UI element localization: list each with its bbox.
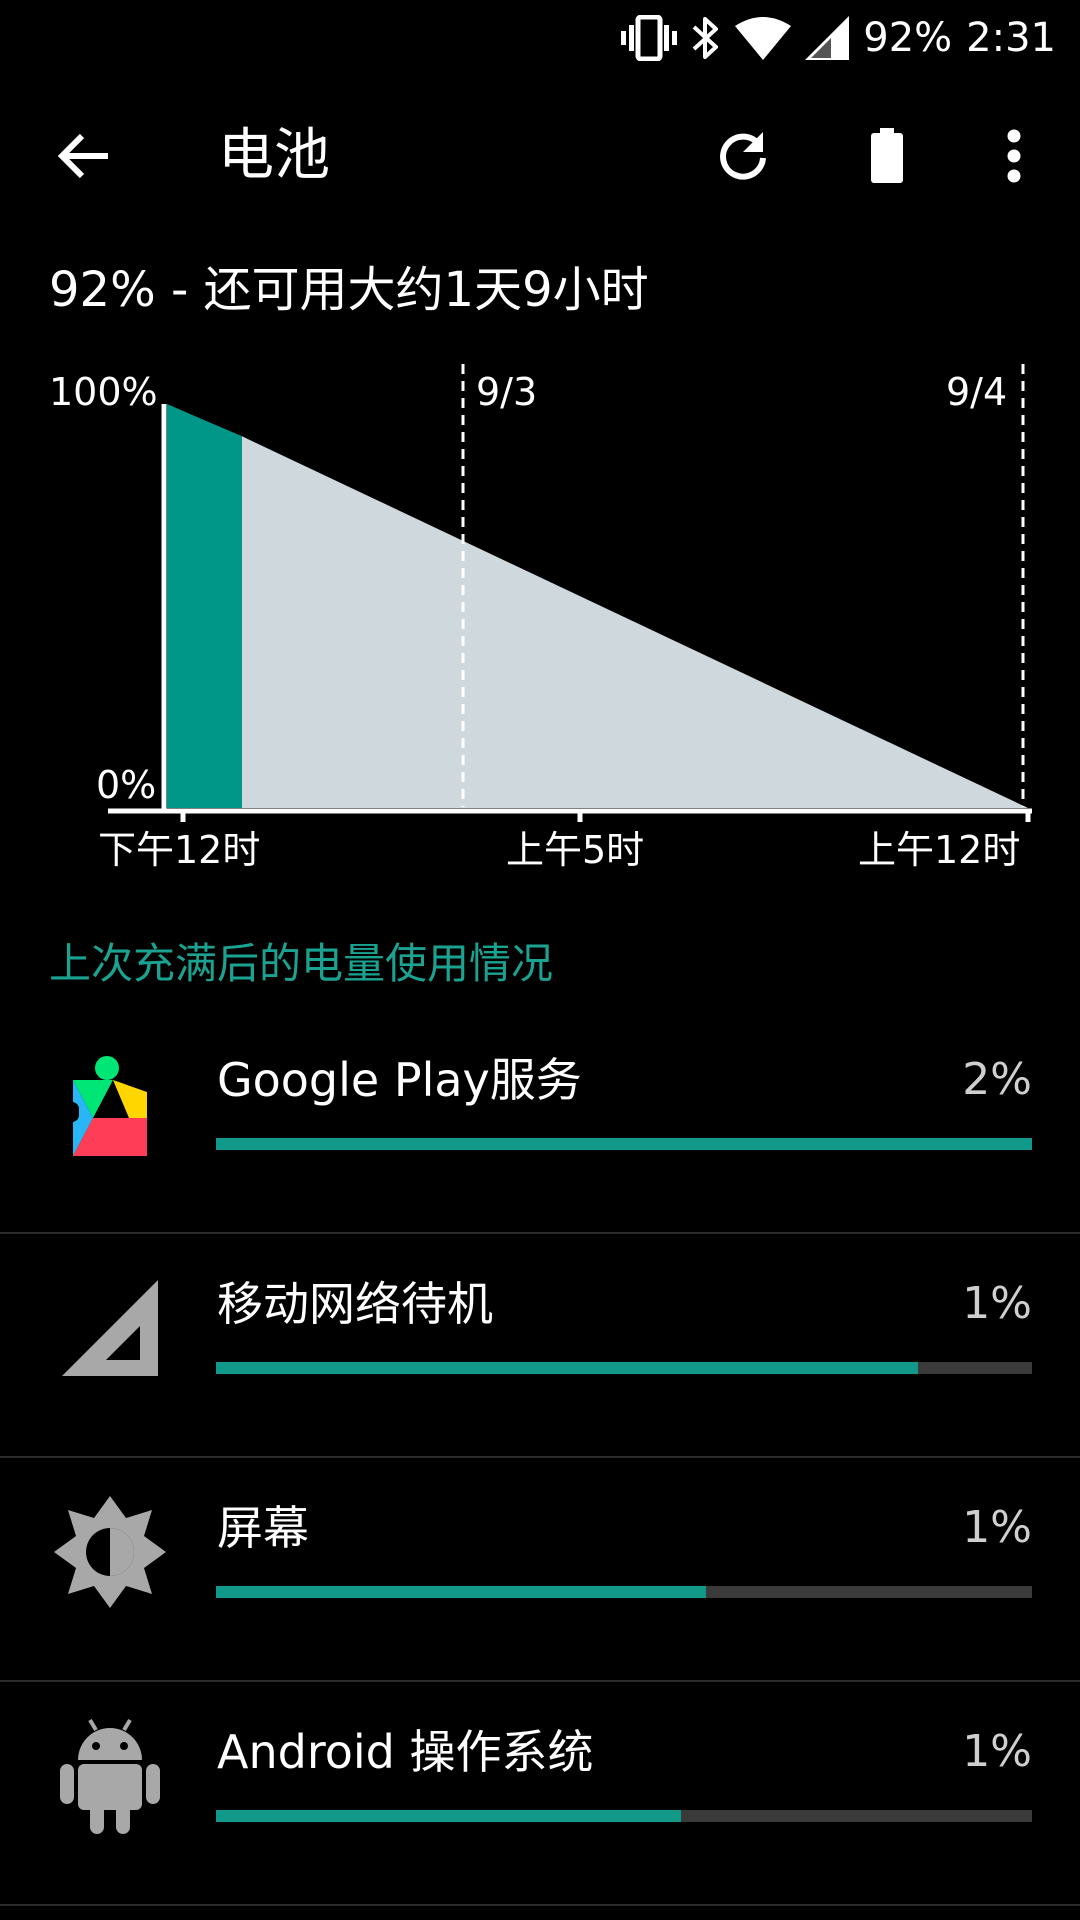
battery-history-graph[interactable]: 100% 0% 9/3 9/4 下午12时 上午5时 上午12时 bbox=[0, 350, 1080, 880]
app-toolbar: 电池 bbox=[0, 80, 1080, 230]
date-label-9-4: 9/4 bbox=[946, 370, 1008, 414]
history-area bbox=[167, 404, 242, 808]
vibrate-icon bbox=[621, 15, 678, 61]
usage-bar-track bbox=[216, 1586, 1032, 1598]
brightness-icon bbox=[52, 1494, 168, 1610]
more-vert-icon bbox=[1007, 129, 1021, 183]
clock-time: 2:31 bbox=[966, 15, 1056, 61]
battery-percent-text: 92% bbox=[863, 15, 953, 61]
x-label-midnight: 上午12时 bbox=[858, 828, 1021, 872]
x-label-noon: 下午12时 bbox=[98, 828, 261, 872]
wifi-icon bbox=[735, 16, 792, 60]
list-item-cell-standby[interactable]: 移动网络待机 1% bbox=[0, 1234, 1080, 1458]
page-title: 电池 bbox=[218, 123, 330, 188]
usage-bar-fill bbox=[216, 1810, 682, 1822]
usage-item-name: Android 操作系统 bbox=[217, 1725, 594, 1779]
battery-saver-icon bbox=[871, 128, 903, 183]
status-bar: 92% 2:31 bbox=[0, 0, 1080, 75]
cell-signal-icon bbox=[52, 1270, 168, 1386]
usage-item-percent: 1% bbox=[962, 1502, 1032, 1553]
y-min-label: 0% bbox=[96, 763, 157, 807]
app-usage-list: Google Play服务 2% 移动网络待机 1% 屏幕 1% Android… bbox=[0, 1010, 1080, 1906]
projection-area bbox=[242, 436, 1028, 808]
refresh-icon bbox=[720, 132, 766, 180]
more-options-button[interactable] bbox=[978, 120, 1050, 192]
battery-saver-button[interactable] bbox=[851, 120, 923, 192]
usage-bar-track bbox=[216, 1138, 1032, 1150]
arrow-back-icon bbox=[57, 133, 108, 179]
back-button[interactable] bbox=[48, 120, 120, 192]
x-label-5am: 上午5时 bbox=[506, 828, 645, 872]
signal-icon bbox=[805, 16, 850, 60]
usage-item-name: 屏幕 bbox=[217, 1501, 309, 1555]
list-item-screen[interactable]: 屏幕 1% bbox=[0, 1458, 1080, 1682]
list-item-android-os[interactable]: Android 操作系统 1% bbox=[0, 1682, 1080, 1906]
graph-canvas bbox=[108, 364, 1032, 822]
usage-section-header: 上次充满后的电量使用情况 bbox=[49, 939, 554, 988]
list-item-google-play-services[interactable]: Google Play服务 2% bbox=[0, 1010, 1080, 1234]
usage-item-percent: 1% bbox=[962, 1726, 1032, 1777]
usage-bar-fill bbox=[216, 1138, 1032, 1150]
usage-bar-fill bbox=[216, 1586, 706, 1598]
date-label-9-3: 9/3 bbox=[476, 370, 538, 414]
y-max-label: 100% bbox=[49, 370, 158, 414]
usage-bar-track bbox=[216, 1362, 1032, 1374]
usage-bar-track bbox=[216, 1810, 1032, 1822]
usage-bar-fill bbox=[216, 1362, 918, 1374]
battery-settings-screen: 92% 2:31 电池 92% - 还可用大约1天9小时 100% 0% 9/3… bbox=[0, 0, 1080, 1920]
bluetooth-icon bbox=[691, 14, 721, 62]
refresh-button[interactable] bbox=[707, 120, 779, 192]
android-icon bbox=[52, 1718, 168, 1834]
usage-item-percent: 1% bbox=[962, 1278, 1032, 1329]
usage-item-name: 移动网络待机 bbox=[217, 1277, 493, 1331]
usage-item-name: Google Play服务 bbox=[217, 1053, 582, 1107]
usage-item-percent: 2% bbox=[962, 1054, 1032, 1105]
google-play-services-icon bbox=[52, 1046, 168, 1162]
battery-summary: 92% - 还可用大约1天9小时 bbox=[49, 262, 649, 318]
